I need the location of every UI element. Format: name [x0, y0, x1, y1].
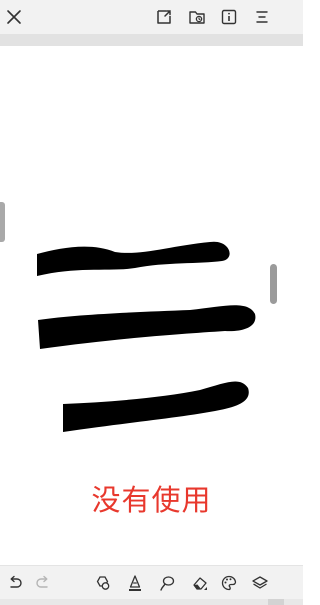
toolbar-divider	[0, 34, 303, 46]
lasso-button[interactable]	[156, 572, 178, 594]
caption-text: 没有使用	[91, 483, 212, 517]
info-icon	[221, 9, 237, 25]
menu-button[interactable]	[250, 5, 274, 29]
menu-icon	[256, 11, 268, 23]
undo-button[interactable]	[4, 572, 26, 594]
left-panel-handle[interactable]	[0, 202, 5, 242]
pen-icon	[129, 575, 141, 591]
folder-button[interactable]	[185, 5, 209, 29]
export-button[interactable]	[152, 5, 176, 29]
horizontal-scroll-thumb[interactable]	[268, 599, 284, 605]
shapes-button[interactable]	[92, 572, 114, 594]
eraser-icon	[193, 577, 207, 590]
layers-button[interactable]	[249, 572, 271, 594]
brush-stroke-3	[63, 381, 249, 432]
palette-button[interactable]	[218, 572, 240, 594]
folder-icon	[189, 11, 205, 24]
info-button[interactable]	[217, 5, 241, 29]
brush-stroke-2	[38, 305, 256, 349]
layers-icon	[252, 576, 268, 589]
pen-button[interactable]	[124, 572, 146, 594]
eraser-button[interactable]	[189, 572, 211, 594]
palette-icon	[221, 575, 237, 591]
redo-icon	[36, 575, 48, 588]
shapes-icon	[96, 576, 110, 590]
lasso-icon	[160, 576, 175, 591]
brush-stroke-1	[37, 241, 230, 276]
export-icon	[157, 10, 171, 24]
bottom-toolbar	[0, 565, 303, 600]
vertical-scrollbar[interactable]	[270, 264, 277, 304]
drawing-app: 没有使用	[0, 0, 303, 605]
close-button[interactable]	[2, 5, 26, 29]
drawing-canvas[interactable]: 没有使用	[0, 46, 303, 565]
top-toolbar	[0, 0, 303, 34]
close-icon	[7, 10, 21, 24]
undo-icon	[10, 575, 22, 588]
redo-button[interactable]	[32, 572, 54, 594]
bottom-scroll-strip	[0, 599, 303, 605]
